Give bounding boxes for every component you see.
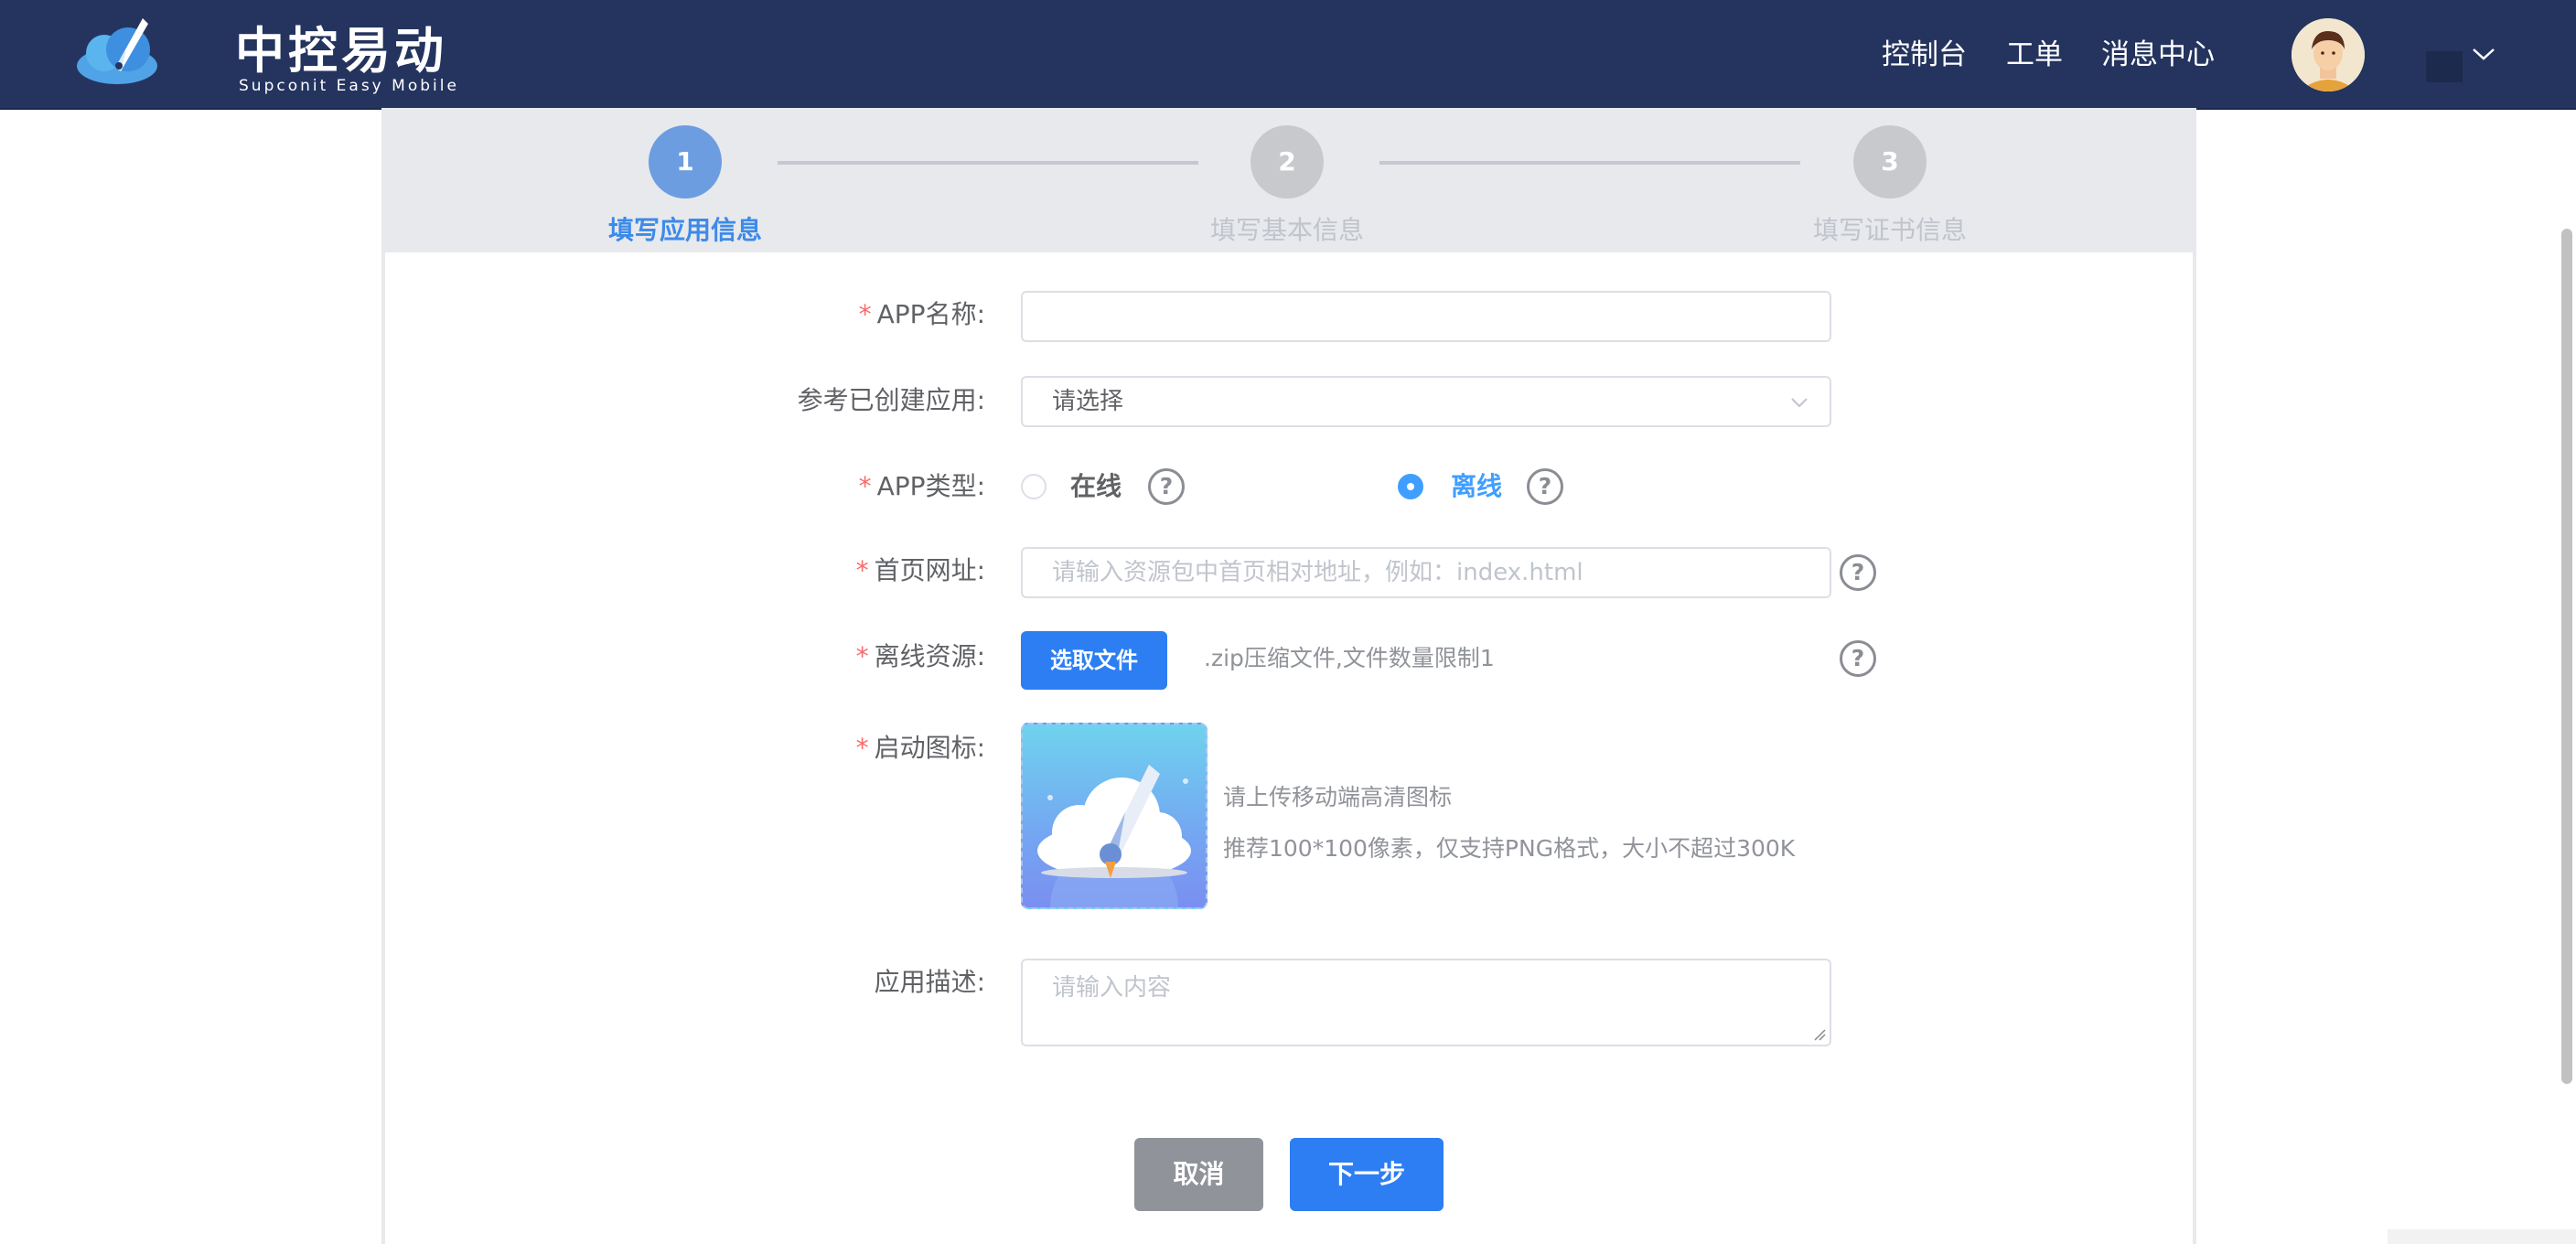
cancel-button[interactable]: 取消 (1134, 1138, 1263, 1211)
icon-tip-2: 推荐100*100像素，仅支持PNG格式，大小不超过300K (1223, 835, 1796, 862)
top-header: 中控易动 Supconit Easy Mobile 控制台 工单 消息中心 (0, 0, 2576, 110)
launch-icon-label: * 启动图标: (855, 733, 985, 763)
bottom-corner (2388, 1229, 2576, 1244)
resize-handle-icon[interactable] (1813, 1028, 1826, 1041)
next-step-button[interactable]: 下一步 (1290, 1138, 1444, 1211)
help-icon[interactable]: ? (1840, 554, 1876, 591)
reference-app-value: 请选择 (1052, 388, 1124, 415)
nav-console[interactable]: 控制台 (1882, 33, 1967, 77)
description-label: 应用描述: (874, 967, 985, 997)
radio-offline[interactable] (1398, 474, 1423, 499)
radio-online[interactable] (1021, 474, 1046, 499)
required-mark: * (855, 641, 869, 671)
required-mark: * (858, 299, 872, 329)
step-2-label: 填写基本信息 (1209, 215, 1364, 245)
offline-resource-label: * 离线资源: (855, 641, 985, 671)
user-name-block[interactable] (2426, 51, 2463, 82)
step-connector (778, 161, 1198, 165)
description-textarea[interactable]: 请输入内容 (1021, 959, 1831, 1046)
avatar[interactable] (2292, 18, 2365, 91)
step-1-label: 填写应用信息 (607, 215, 762, 245)
radio-offline-label[interactable]: 离线 (1451, 468, 1502, 505)
step-1-number: 1 (649, 125, 722, 198)
required-mark: * (858, 471, 872, 501)
chevron-down-icon[interactable] (2470, 40, 2497, 68)
step-3-number: 3 (1853, 125, 1927, 198)
step-connector (1379, 161, 1800, 165)
homepage-url-label: * 首页网址: (855, 555, 985, 585)
help-icon[interactable]: ? (1527, 468, 1563, 505)
brand-logo[interactable]: 中控易动 Supconit Easy Mobile (73, 13, 456, 95)
help-icon[interactable]: ? (1148, 468, 1185, 505)
app-name-input[interactable] (1021, 291, 1831, 342)
brand-subtitle: Supconit Easy Mobile (239, 77, 459, 95)
avatar-image (2292, 18, 2365, 91)
cloud-rocket-icon (1037, 765, 1191, 907)
reference-app-select[interactable]: 请选择 (1021, 376, 1831, 427)
radio-online-label[interactable]: 在线 (1070, 468, 1122, 505)
description-placeholder: 请输入内容 (1052, 974, 1172, 1002)
app-name-label: * APP名称: (858, 299, 985, 329)
help-icon[interactable]: ? (1840, 640, 1876, 677)
required-mark: * (855, 733, 869, 763)
choose-file-button[interactable]: 选取文件 (1021, 631, 1167, 690)
app-type-label: * APP类型: (858, 471, 985, 501)
step-2-number: 2 (1250, 125, 1324, 198)
logo-rocket-cloud-icon (77, 18, 157, 84)
required-mark: * (855, 555, 869, 585)
chevron-down-icon (1791, 398, 1808, 408)
launch-icon-uploader[interactable] (1021, 723, 1208, 909)
nav-message-center[interactable]: 消息中心 (2101, 33, 2215, 77)
scrollbar-thumb[interactable] (2561, 229, 2572, 1084)
form-card (381, 108, 2196, 1244)
step-3-label: 填写证书信息 (1812, 215, 1967, 245)
upload-hint: .zip压缩文件,文件数量限制1 (1204, 645, 1495, 671)
nav-ticket[interactable]: 工单 (2006, 33, 2063, 77)
icon-tip-1: 请上传移动端高清图标 (1223, 784, 1453, 810)
homepage-url-input[interactable]: 请输入资源包中首页相对地址，例如：index.html (1021, 547, 1831, 598)
reference-app-label: 参考已创建应用: (797, 385, 985, 415)
brand-title: 中控易动 (235, 22, 447, 80)
